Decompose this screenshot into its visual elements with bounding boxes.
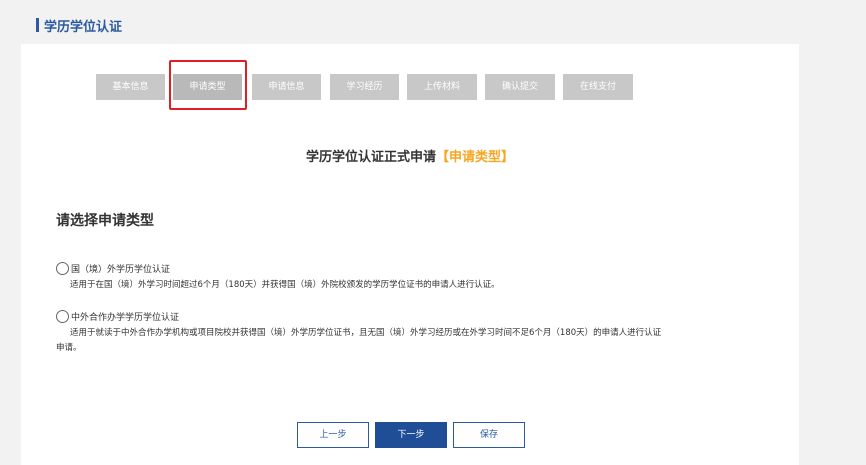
step-basic-info[interactable]: 基本信息	[96, 74, 165, 100]
page-header: 学历学位认证	[0, 0, 866, 44]
save-button[interactable]: 保存	[453, 422, 525, 448]
section-heading: 请选择申请类型	[56, 213, 154, 229]
side-marker	[0, 175, 4, 183]
page-title: 学历学位认证	[44, 20, 123, 35]
step-online-payment[interactable]: 在线支付	[563, 74, 633, 100]
option-sino-foreign[interactable]: 中外合作办学学历学位认证 适用于就读于中外合作办学机构或项目院校并获得国（境）外…	[56, 310, 786, 356]
prev-button[interactable]: 上一步	[297, 422, 369, 448]
radio-overseas[interactable]	[56, 262, 69, 275]
option-sino-foreign-label: 中外合作办学学历学位认证	[71, 313, 180, 323]
form-title-tag: 【申请类型】	[436, 150, 515, 165]
option-sino-foreign-description-cont: 申请。	[56, 343, 82, 353]
title-accent-bar	[36, 18, 39, 32]
main-panel: 基本信息 申请类型 申请信息 学习经历 上传材料 确认提交 在线支付 学历学位认…	[21, 44, 799, 465]
step-application-info[interactable]: 申请信息	[252, 74, 321, 100]
form-title: 学历学位认证正式申请【申请类型】	[21, 146, 799, 165]
next-button[interactable]: 下一步	[375, 422, 447, 448]
step-study-history[interactable]: 学习经历	[330, 74, 399, 100]
option-overseas-description: 适用于在国（境）外学习时间超过6个月（180天）并获得国（境）外院校颁发的学历学…	[70, 280, 500, 290]
form-title-text: 学历学位认证正式申请	[305, 150, 436, 165]
current-step-highlight	[169, 60, 247, 110]
radio-sino-foreign[interactable]	[56, 310, 69, 323]
option-sino-foreign-description: 适用于就读于中外合作办学机构或项目院校并获得国（境）外学历学位证书，且无国（境）…	[70, 328, 662, 338]
step-upload-materials[interactable]: 上传材料	[407, 74, 477, 100]
option-overseas-label: 国（境）外学历学位认证	[71, 265, 171, 275]
option-overseas[interactable]: 国（境）外学历学位认证 适用于在国（境）外学习时间超过6个月（180天）并获得国…	[56, 262, 786, 293]
step-confirm-submit[interactable]: 确认提交	[485, 74, 555, 100]
